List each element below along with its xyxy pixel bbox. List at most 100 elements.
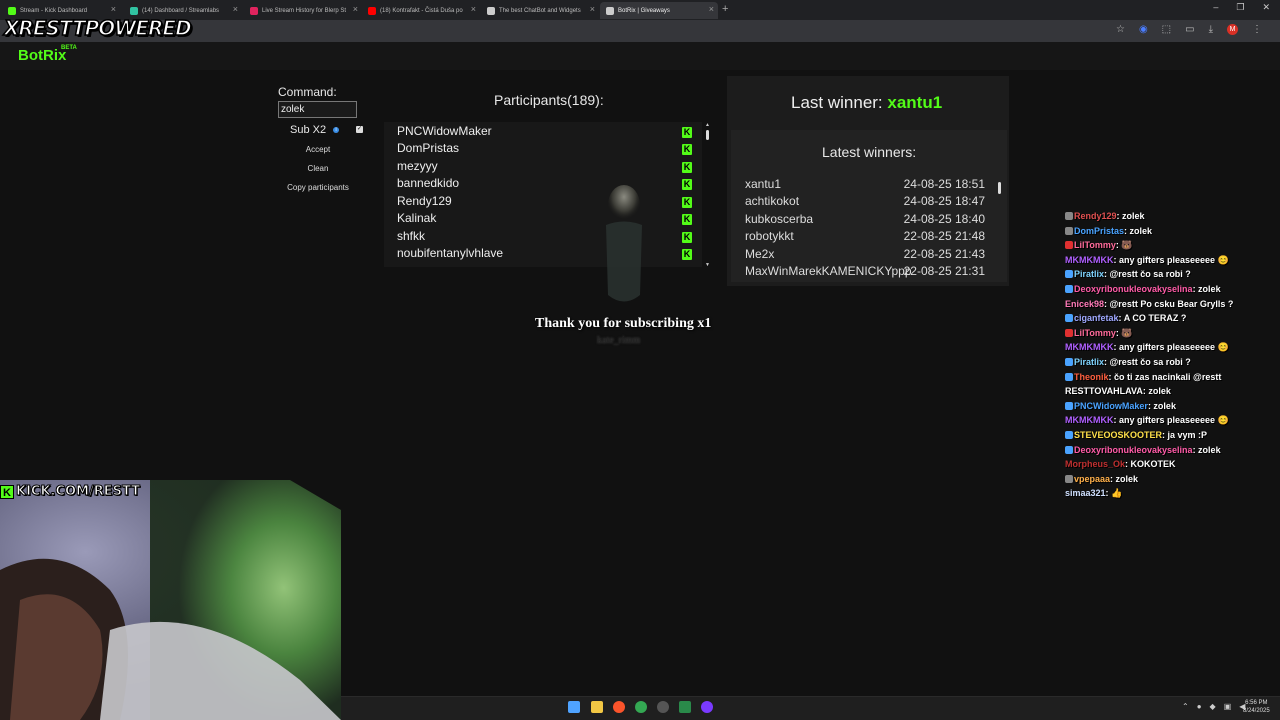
chat-username[interactable]: MKMKMKK xyxy=(1065,342,1114,352)
close-tab-icon[interactable]: × xyxy=(353,4,358,14)
chat-message: ciganfetak: A CO TERAZ ? xyxy=(1065,313,1186,327)
chat-username[interactable]: Deoxyribonukleovakyselina xyxy=(1074,284,1193,294)
browser-tab[interactable]: Live Stream History for Blerp St × xyxy=(244,2,362,19)
winner-date: 22-08-25 21:48 xyxy=(903,229,985,243)
chat-username[interactable]: MKMKMKK xyxy=(1065,415,1114,425)
browser-tab-active[interactable]: BotRix | Giveaways × xyxy=(600,2,718,19)
chat-text: : ja vym :P xyxy=(1162,430,1208,440)
clock-time: 6:56 PM xyxy=(1245,700,1268,706)
chat-username[interactable]: LilTommy xyxy=(1074,240,1116,250)
scroll-thumb[interactable] xyxy=(998,182,1001,194)
file-explorer-icon[interactable] xyxy=(591,701,603,713)
chat-text: : zolek xyxy=(1124,225,1153,236)
download-icon[interactable]: ⤓ xyxy=(1209,24,1213,35)
new-tab-button[interactable]: + xyxy=(722,3,728,15)
copy-participants-button[interactable]: Copy participants xyxy=(278,180,358,195)
botrix-logo[interactable]: BotRix xyxy=(18,47,66,64)
chat-username[interactable]: Morpheus_Ok xyxy=(1065,459,1125,469)
chat-text: : čo ti zas nacinkali @restt xyxy=(1108,371,1222,382)
chat-username[interactable]: LilTommy xyxy=(1074,328,1116,338)
chat-username[interactable]: Piratlix xyxy=(1074,269,1104,279)
chat-username[interactable]: ciganfetak xyxy=(1074,313,1119,323)
close-tab-icon[interactable]: × xyxy=(233,4,238,14)
obs-icon[interactable] xyxy=(657,701,669,713)
chat-username[interactable]: Deoxyribonukleovakyselina xyxy=(1074,445,1193,455)
chat-username[interactable]: DomPristas xyxy=(1074,226,1124,236)
youtube-favicon-icon xyxy=(368,6,376,15)
browser-tab[interactable]: (18) Kontrafakt - Čistá Duša po × xyxy=(362,2,480,19)
chat-badge-icon xyxy=(1065,314,1073,323)
kick-icon: K xyxy=(682,197,692,208)
speaker-icon[interactable]: ◆ xyxy=(1210,702,1216,711)
maximize-button[interactable]: ❐ xyxy=(1236,2,1244,13)
chat-message: LilTommy: 🐻 xyxy=(1065,240,1133,254)
chat-username[interactable]: PNCWidowMaker xyxy=(1074,401,1148,411)
chat-username[interactable]: MKMKMKK xyxy=(1065,255,1114,265)
chat-badge-icon xyxy=(1065,328,1073,337)
chat-message: MKMKMKK: any gifters pleaseeeee 😊 xyxy=(1065,342,1229,356)
chat-username[interactable]: Piratlix xyxy=(1074,357,1104,367)
brave-browser-icon[interactable] xyxy=(613,701,625,713)
winner-date: 22-08-25 21:43 xyxy=(903,247,985,261)
microphone-icon[interactable]: ● xyxy=(1197,702,1202,711)
chat-message: Piratlix: @restt čo sa robi ? xyxy=(1065,357,1191,371)
scroll-up-icon[interactable]: ▲ xyxy=(705,122,710,128)
chat-text: : zolek xyxy=(1192,284,1221,294)
close-window-button[interactable]: ✕ xyxy=(1262,2,1270,13)
clock-date: 8/24/2025 xyxy=(1243,708,1270,714)
chat-text: : KOKOTEK xyxy=(1125,459,1176,470)
taskbar-clock[interactable]: 6:56 PM 8/24/2025 xyxy=(1243,699,1270,715)
participants-scrollbar[interactable]: ▲ ▼ xyxy=(705,122,710,268)
chat-username[interactable]: vpepaaa xyxy=(1074,474,1110,484)
chat-username[interactable]: simaa321 xyxy=(1065,488,1106,498)
chat-username[interactable]: Enicek98 xyxy=(1065,299,1104,309)
puzzle-icon[interactable]: ⬚ xyxy=(1162,24,1171,35)
close-tab-icon[interactable]: × xyxy=(111,4,116,14)
sub-multiplier-checkbox[interactable]: ✓ xyxy=(356,126,363,133)
streamlabs-icon[interactable] xyxy=(701,701,713,713)
menu-icon[interactable]: ⋮ xyxy=(1252,24,1262,35)
kick-icon: K xyxy=(682,214,692,225)
chat-username[interactable]: RESTTOVAHLAVA xyxy=(1065,386,1143,396)
chat-username[interactable]: STEVEOOSKOOTER xyxy=(1074,430,1162,440)
chat-message: Deoxyribonukleovakyselina: zolek xyxy=(1065,284,1221,298)
info-icon[interactable]: i xyxy=(333,127,339,133)
chat-username[interactable]: Rendy129 xyxy=(1074,211,1117,221)
tab-label: BotRix | Giveaways xyxy=(618,7,670,14)
browser-tab[interactable]: The best ChatBot and Widgets × xyxy=(481,2,599,19)
scroll-down-icon[interactable]: ▼ xyxy=(705,262,710,268)
close-tab-icon[interactable]: × xyxy=(471,4,476,14)
network-icon[interactable]: ▣ xyxy=(1224,702,1232,711)
close-tab-icon[interactable]: × xyxy=(590,4,595,14)
participant-name: shfkk xyxy=(397,229,426,243)
chrome-icon[interactable] xyxy=(635,701,647,713)
chat-username[interactable]: Theonik xyxy=(1074,372,1109,382)
tab-label: (14) Dashboard / Streamlabs xyxy=(142,7,220,14)
windows-start-icon[interactable] xyxy=(568,701,580,713)
participants-title: Participants(189): xyxy=(494,92,604,108)
scroll-thumb[interactable] xyxy=(706,130,709,140)
webcam-feed xyxy=(0,480,341,720)
participant-name: DomPristas xyxy=(397,141,460,155)
winners-scrollbar[interactable] xyxy=(997,176,1003,282)
chat-text: : 🐻 xyxy=(1115,240,1133,251)
chat-message: RESTTOVAHLAVA: zolek xyxy=(1065,386,1171,400)
chat-text: : A CO TERAZ ? xyxy=(1118,313,1187,324)
address-bar-row[interactable] xyxy=(0,20,1280,42)
minimize-button[interactable]: – xyxy=(1213,2,1218,13)
chat-message: MKMKMKK: any gifters pleaseeeee 😊 xyxy=(1065,415,1229,429)
blerp-favicon-icon xyxy=(250,6,258,15)
close-tab-icon[interactable]: × xyxy=(709,4,714,14)
star-icon[interactable]: ☆ xyxy=(1116,24,1125,35)
clean-button[interactable]: Clean xyxy=(278,161,358,176)
chat-message: Rendy129: zolek xyxy=(1065,211,1145,225)
sidebar-icon[interactable]: ▭ xyxy=(1185,24,1194,35)
profile-avatar[interactable]: M xyxy=(1227,24,1238,35)
participant-name: bannedkido xyxy=(397,176,460,190)
chat-text: : 👍 xyxy=(1105,488,1123,499)
chevron-up-icon[interactable]: ⌃ xyxy=(1182,702,1189,711)
accept-button[interactable]: Accept xyxy=(278,142,358,157)
command-input[interactable] xyxy=(278,101,357,118)
kick-app-icon[interactable] xyxy=(679,701,691,713)
extension-icon[interactable]: ◉ xyxy=(1139,24,1148,35)
